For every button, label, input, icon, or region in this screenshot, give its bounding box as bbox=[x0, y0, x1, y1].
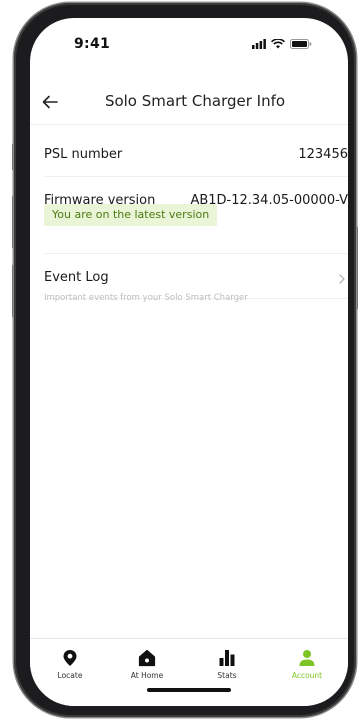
wifi-icon bbox=[271, 39, 285, 49]
bar-chart-icon bbox=[219, 650, 235, 666]
divider bbox=[44, 176, 348, 177]
home-indicator bbox=[147, 688, 231, 692]
psl-value: 123456 bbox=[298, 147, 348, 162]
screen: 9:41 Solo Smart Charger Info PSL number … bbox=[30, 18, 348, 706]
page-title: Solo Smart Charger Info bbox=[104, 92, 286, 110]
phone-frame: 9:41 Solo Smart Charger Info PSL number … bbox=[14, 3, 356, 717]
nav-header: Solo Smart Charger Info bbox=[30, 80, 348, 125]
firmware-status-badge: You are on the latest version bbox=[44, 204, 218, 226]
signal-icon bbox=[252, 39, 266, 49]
tab-label: Stats bbox=[217, 671, 237, 680]
person-icon bbox=[299, 650, 315, 666]
tab-label: Account bbox=[291, 671, 323, 680]
chevron-right-icon bbox=[339, 274, 345, 284]
divider bbox=[44, 253, 348, 254]
tab-at-home[interactable]: At Home bbox=[117, 649, 177, 680]
event-log-description: Important events from your Solo Smart Ch… bbox=[44, 293, 248, 303]
tab-label: Locate bbox=[57, 671, 83, 680]
psl-label: PSL number bbox=[44, 147, 123, 162]
event-log-row[interactable]: Event Log bbox=[44, 270, 348, 285]
tab-stats[interactable]: Stats bbox=[197, 649, 257, 680]
home-icon bbox=[138, 649, 156, 667]
tab-account[interactable]: Account bbox=[277, 649, 337, 680]
location-pin-icon bbox=[63, 650, 77, 666]
battery-icon bbox=[290, 39, 312, 49]
tab-bar: Locate At Home Stats Account bbox=[30, 638, 348, 706]
system-icons bbox=[252, 39, 312, 49]
event-log-label: Event Log bbox=[44, 270, 109, 285]
tab-label: At Home bbox=[130, 671, 164, 680]
status-time: 9:41 bbox=[74, 36, 111, 52]
status-bar: 9:41 bbox=[30, 36, 348, 60]
tab-locate[interactable]: Locate bbox=[40, 649, 100, 680]
psl-row: PSL number 123456 bbox=[44, 147, 348, 162]
